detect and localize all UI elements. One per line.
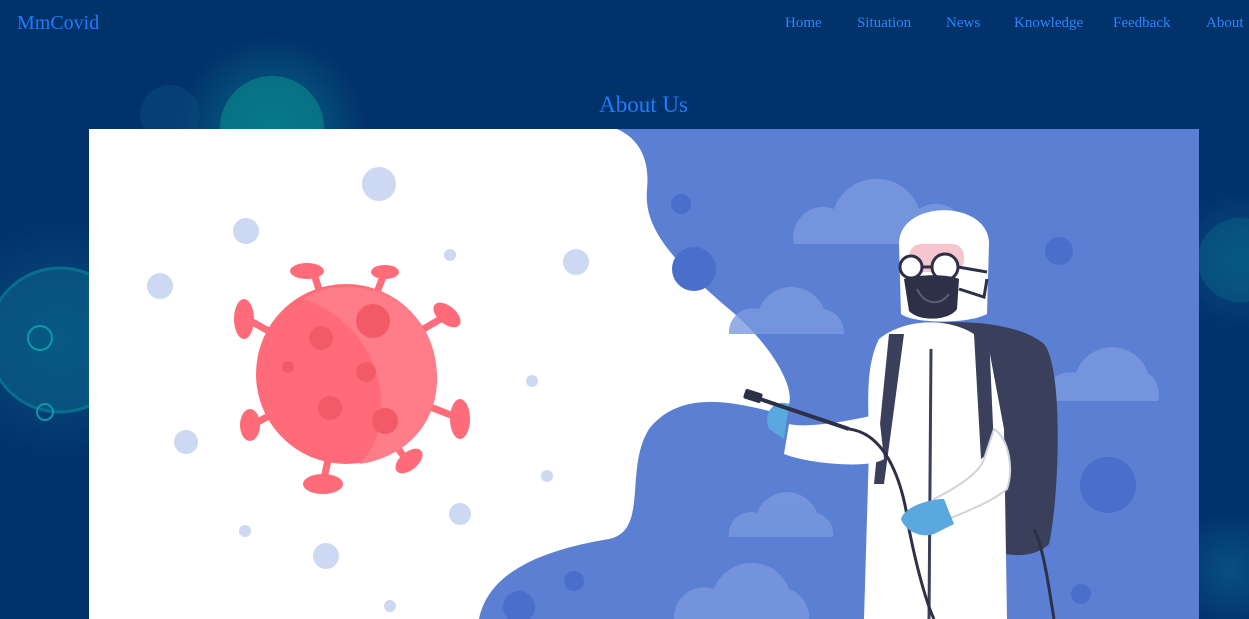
disinfection-illustration-icon — [89, 129, 1199, 619]
nav-home-link[interactable]: Home — [785, 15, 822, 32]
nav-knowledge-link[interactable]: Knowledge — [1014, 15, 1083, 32]
nav-feedback-link[interactable]: Feedback — [1113, 15, 1170, 32]
brand-logo-link[interactable]: MmCovid — [17, 12, 99, 35]
nav-about-link[interactable]: About — [1206, 15, 1244, 32]
top-navbar: MmCovid Home Situation News Knowledge Fe… — [0, 0, 1249, 50]
nav-situation-link[interactable]: Situation — [857, 15, 911, 32]
hero-illustration — [89, 129, 1199, 619]
page-title: About Us — [599, 92, 688, 117]
nav-news-link[interactable]: News — [946, 15, 980, 32]
